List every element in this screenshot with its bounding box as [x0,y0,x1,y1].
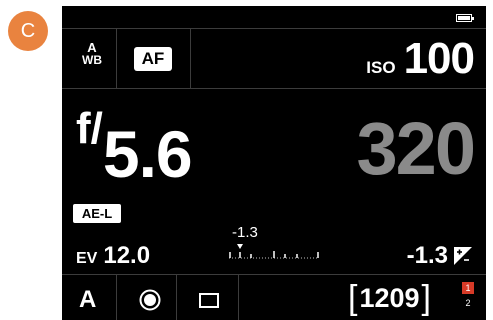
autofocus-badge[interactable]: AF [134,47,172,71]
card-slot-2-icon: 2 [465,298,471,308]
section-letter: C [20,19,36,42]
spot-metering-icon[interactable] [139,289,161,311]
divider [116,28,117,88]
exposure-compensation[interactable]: -1.3 [407,242,472,270]
ev-value: 12.0 [103,242,151,269]
aperture-prefix: f/ [76,104,103,153]
divider [190,28,191,88]
iso-value: 100 [403,34,475,83]
section-badge: C [8,11,48,51]
divider [238,274,239,320]
aperture-value: 5.6 [102,117,193,191]
card-slots: 1 2 [462,282,474,309]
exp-comp-value: -1.3 [406,242,448,269]
shots-remaining: [ 1209 ] [348,279,431,318]
iso-label: ISO [366,58,396,77]
exposure-compensation-icon [454,247,472,265]
divider [62,88,486,89]
white-balance-auto[interactable]: A WB [80,41,104,67]
meter-value: -1.3 [232,224,258,241]
aperture-readout[interactable]: f/ 5.6 [76,104,193,192]
wb-line-2: WB [82,53,102,67]
shots-open-bracket: [ [348,279,358,317]
shots-remaining-value: 1209 [359,283,420,313]
card-slot-1-icon: 1 [462,282,474,294]
divider [62,28,486,29]
exposure-meter-scale [229,244,319,259]
shooting-mode[interactable]: A [79,286,96,314]
single-frame-icon[interactable] [199,293,219,308]
shots-close-bracket: ] [421,279,431,317]
ev-label: EV [76,250,98,267]
divider [62,274,486,275]
divider [176,274,177,320]
battery-icon [456,14,474,22]
shutter-speed-value[interactable]: 320 [357,106,476,191]
camera-display: A WB AF ISO 100 f/ 5.6 320 AE-L -1.3 EV … [62,6,486,320]
iso-readout[interactable]: ISO 100 [366,34,475,84]
meter-pointer-icon [237,244,243,249]
ev-readout: EV 12.0 [76,242,150,270]
divider [116,274,117,320]
ae-lock-badge: AE-L [73,204,121,223]
